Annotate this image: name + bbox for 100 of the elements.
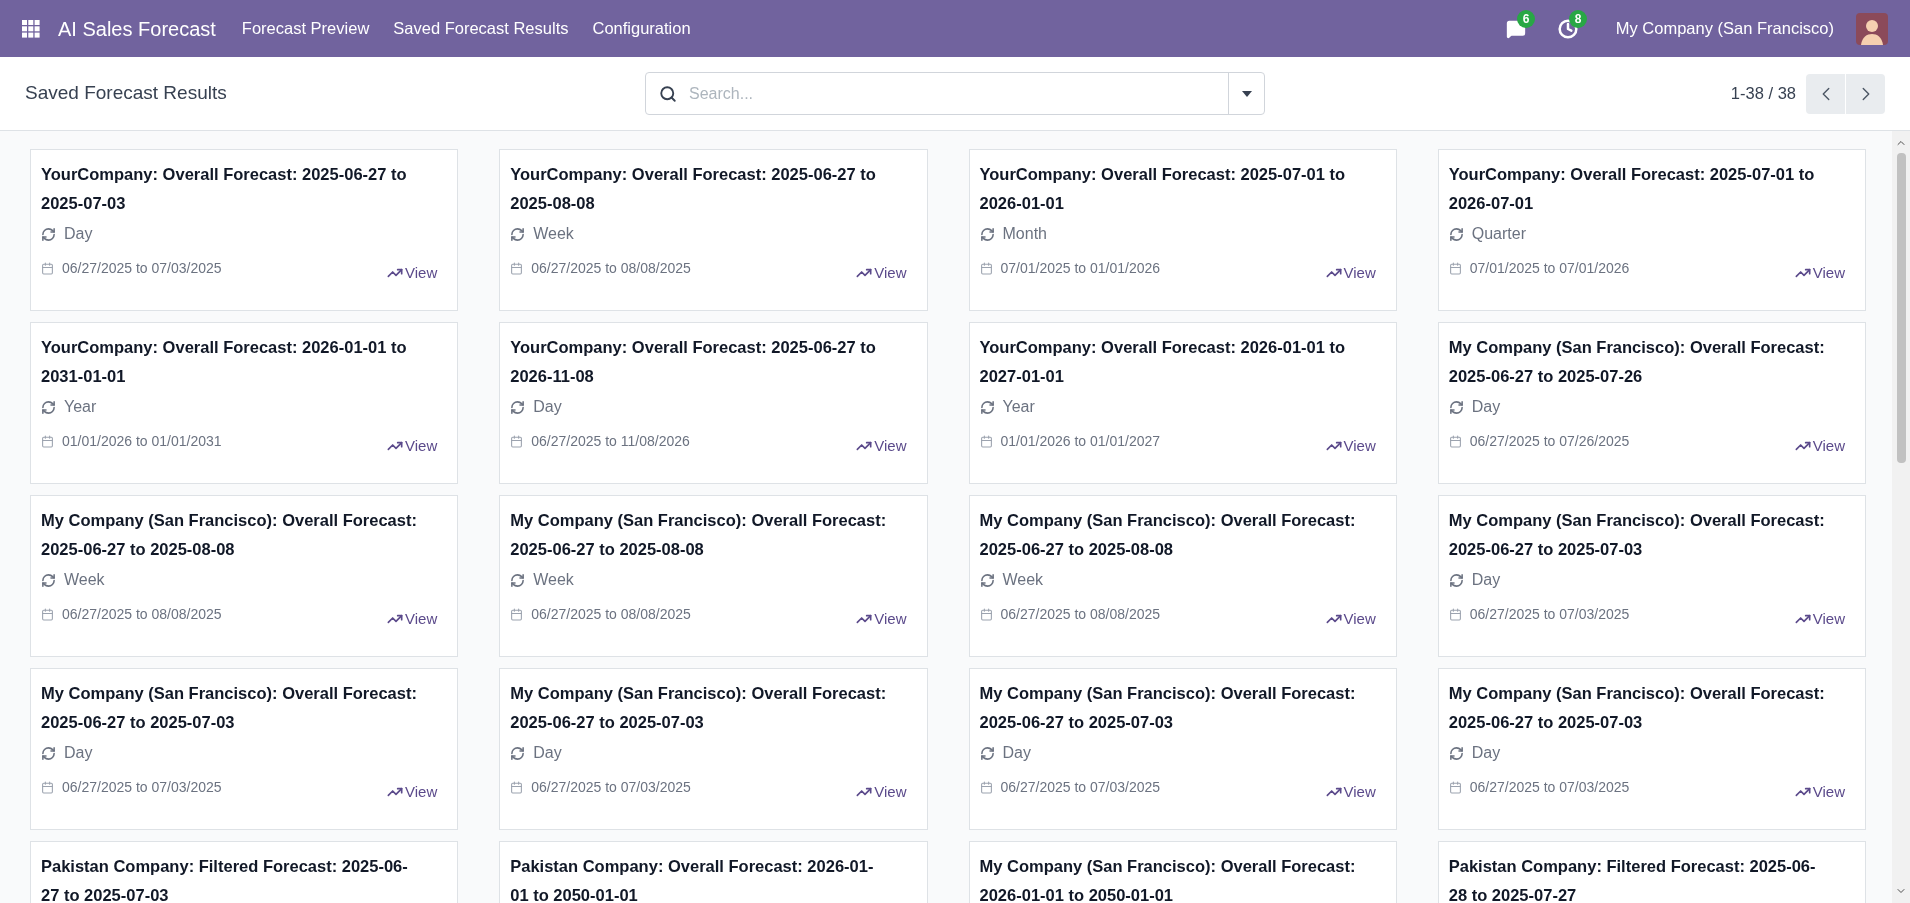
menu-item[interactable]: Saved Forecast Results xyxy=(381,16,581,41)
refresh-icon xyxy=(979,745,995,761)
view-link[interactable]: View xyxy=(387,435,438,458)
forecast-card[interactable]: My Company (San Francisco): Overall Forecast: 2025-06-27 to 2025-08-08 Week 06/27/2025 to 08/08/2025 View xyxy=(30,495,459,657)
forecast-card[interactable]: YourCompany: Overall Forecast: 2025-06-27 to 2025-07-03 Day 06/27/2025 to 07/03/2025 View xyxy=(30,149,459,311)
forecast-card[interactable]: My Company (San Francisco): Overall Forecast: 2025-06-27 to 2025-07-03 Day 06/27/2025 to 07/03/2025 View xyxy=(1437,495,1866,657)
forecast-card[interactable]: YourCompany: Overall Forecast: 2025-06-27 to 2026-11-08 Day 06/27/2025 to 11/08/2026 View xyxy=(499,322,928,484)
calendar-icon xyxy=(41,434,54,448)
date-range: 07/01/2025 to 07/01/2026 xyxy=(1469,258,1630,278)
forecast-card[interactable]: My Company (San Francisco): Overall Forecast: 2025-06-27 to 2025-07-03 Day 06/27/2025 to 07/03/2025 View xyxy=(30,668,459,830)
date-range: 06/27/2025 to 07/03/2025 xyxy=(1000,777,1161,797)
view-link[interactable]: View xyxy=(1325,435,1376,458)
view-link[interactable]: View xyxy=(1325,608,1376,631)
forecast-card[interactable]: My Company (San Francisco): Overall Forecast: 2026-01-01 to 2050-01-01 xyxy=(968,841,1397,903)
forecast-card[interactable]: YourCompany: Overall Forecast: 2025-07-01 to 2026-01-01 Month 07/01/2025 to 01/01/2026 View xyxy=(968,149,1397,311)
view-link[interactable]: View xyxy=(856,435,907,458)
period-label: Day xyxy=(1471,743,1501,763)
refresh-icon xyxy=(41,572,56,588)
view-link[interactable]: View xyxy=(1794,781,1845,804)
date-range: 06/27/2025 to 08/08/2025 xyxy=(62,604,222,624)
period-label: Day xyxy=(64,743,93,763)
period-label: Day xyxy=(533,743,562,763)
refresh-icon xyxy=(41,226,56,242)
card-title: YourCompany: Overall Forecast: 2025-06-27 to 2025-07-03 xyxy=(41,164,408,214)
refresh-icon xyxy=(979,399,995,415)
calendar-icon xyxy=(979,780,993,794)
card-title: My Company (San Francisco): Overall Forecast: 2025-06-27 to 2025-07-03 xyxy=(41,683,418,733)
forecast-card[interactable]: Pakistan Company: Filtered Forecast: 2025-06-28 to 2025-07-27 xyxy=(1437,841,1866,903)
card-title: My Company (San Francisco): Overall Forecast: 2025-06-27 to 2025-07-26 xyxy=(1448,337,1826,387)
menu-item[interactable]: Configuration xyxy=(580,16,703,41)
app-name[interactable]: AI Sales Forecast xyxy=(58,13,216,44)
forecast-card[interactable]: My Company (San Francisco): Overall Forecast: 2025-06-27 to 2025-07-26 Day 06/27/2025 to 07/26/2025 View xyxy=(1437,322,1866,484)
card-title: My Company (San Francisco): Overall Forecast: 2025-06-27 to 2025-07-03 xyxy=(1448,683,1826,733)
view-link[interactable]: View xyxy=(1325,781,1376,804)
pager-value: 1-38 / 38 xyxy=(1730,83,1796,105)
forecast-card[interactable]: YourCompany: Overall Forecast: 2025-06-27 to 2025-08-08 Week 06/27/2025 to 08/08/2025 View xyxy=(499,149,928,311)
calendar-icon xyxy=(979,261,993,275)
forecast-card[interactable]: My Company (San Francisco): Overall Forecast: 2025-06-27 to 2025-07-03 Day 06/27/2025 to 07/03/2025 View xyxy=(1437,668,1866,830)
calendar-icon xyxy=(1448,607,1462,621)
card-title: My Company (San Francisco): Overall Forecast: 2025-06-27 to 2025-07-03 xyxy=(1448,510,1826,560)
view-link[interactable]: View xyxy=(387,781,438,804)
view-link[interactable]: View xyxy=(1794,262,1845,285)
card-title: YourCompany: Overall Forecast: 2025-06-27 to 2025-08-08 xyxy=(510,164,877,214)
search-input[interactable]: Search... xyxy=(689,81,1228,106)
period-label: Week xyxy=(533,224,574,244)
view-link[interactable]: View xyxy=(1794,435,1845,458)
card-title: YourCompany: Overall Forecast: 2026-01-01 to 2031-01-01 xyxy=(41,337,408,387)
period-label: Day xyxy=(533,397,562,417)
period-label: Day xyxy=(1471,397,1501,417)
card-title: Pakistan Company: Overall Forecast: 2026-01-01 to 2050-01-01 xyxy=(510,856,875,903)
forecast-card[interactable]: Pakistan Company: Filtered Forecast: 2025-06-27 to 2025-07-03 xyxy=(30,841,459,903)
card-title: My Company (San Francisco): Overall Forecast: 2025-06-27 to 2025-08-08 xyxy=(510,510,888,560)
date-range: 06/27/2025 to 07/03/2025 xyxy=(62,258,222,278)
caret-icon[interactable] xyxy=(1241,90,1252,97)
page-title: Saved Forecast Results xyxy=(25,81,228,106)
period-label: Week xyxy=(1002,570,1044,590)
search-icon xyxy=(659,84,677,103)
card-title: YourCompany: Overall Forecast: 2025-07-01 to 2026-07-01 xyxy=(1448,164,1816,214)
forecast-card[interactable]: My Company (San Francisco): Overall Forecast: 2025-06-27 to 2025-07-03 Day 06/27/2025 to 07/03/2025 View xyxy=(499,668,928,830)
refresh-icon xyxy=(510,572,526,588)
avatar-icon[interactable] xyxy=(1856,12,1888,45)
date-range: 01/01/2026 to 01/01/2031 xyxy=(62,431,222,451)
refresh-icon xyxy=(510,226,526,242)
view-link[interactable]: View xyxy=(856,262,907,285)
view-link[interactable]: View xyxy=(856,781,907,804)
forecast-card[interactable]: YourCompany: Overall Forecast: 2025-07-01 to 2026-07-01 Quarter 07/01/2025 to 07/01/2026 View xyxy=(1437,149,1866,311)
view-link[interactable]: View xyxy=(1325,262,1376,285)
forecast-card[interactable]: My Company (San Francisco): Overall Forecast: 2025-06-27 to 2025-07-03 Day 06/27/2025 to 07/03/2025 View xyxy=(968,668,1397,830)
forecast-card[interactable]: YourCompany: Overall Forecast: 2026-01-01 to 2027-01-01 Year 01/01/2026 to 01/01/2027 View xyxy=(968,322,1397,484)
view-link[interactable]: View xyxy=(1794,608,1845,631)
date-range: 06/27/2025 to 11/08/2026 xyxy=(531,431,690,451)
date-range: 06/27/2025 to 07/03/2025 xyxy=(62,777,222,797)
calendar-icon xyxy=(1448,434,1462,448)
company-switcher[interactable]: My Company (San Francisco) xyxy=(1615,16,1834,41)
calendar-icon xyxy=(510,261,524,275)
calendar-icon xyxy=(510,607,524,621)
calendar-icon xyxy=(510,434,524,448)
view-link[interactable]: View xyxy=(856,608,907,631)
view-link[interactable]: View xyxy=(387,262,438,285)
calendar-icon xyxy=(979,434,993,448)
menu-item[interactable]: Forecast Preview xyxy=(229,16,382,41)
refresh-icon xyxy=(510,399,526,415)
calendar-icon xyxy=(41,261,54,275)
period-label: Week xyxy=(64,570,105,590)
period-label: Month xyxy=(1002,224,1047,244)
card-title: Pakistan Company: Filtered Forecast: 2025-06-28 to 2025-07-27 xyxy=(1448,856,1817,903)
forecast-card[interactable]: Pakistan Company: Overall Forecast: 2026-01-01 to 2050-01-01 xyxy=(499,841,928,903)
forecast-card[interactable]: My Company (San Francisco): Overall Forecast: 2025-06-27 to 2025-08-08 Week 06/27/2025 to 08/08/2025 View xyxy=(968,495,1397,657)
card-title: My Company (San Francisco): Overall Forecast: 2026-01-01 to 2050-01-01 xyxy=(979,856,1357,903)
forecast-card[interactable]: My Company (San Francisco): Overall Forecast: 2025-06-27 to 2025-08-08 Week 06/27/2025 to 08/08/2025 View xyxy=(499,495,928,657)
date-range: 01/01/2026 to 01/01/2027 xyxy=(1000,431,1161,451)
scrollbar-thumb[interactable] xyxy=(1896,153,1906,463)
calendar-icon xyxy=(41,607,54,621)
card-title: My Company (San Francisco): Overall Forecast: 2025-06-27 to 2025-07-03 xyxy=(510,683,888,733)
view-link[interactable]: View xyxy=(387,608,438,631)
forecast-card[interactable]: YourCompany: Overall Forecast: 2026-01-01 to 2031-01-01 Year 01/01/2026 to 01/01/2031 View xyxy=(30,322,459,484)
apps-grid-icon[interactable] xyxy=(22,19,40,38)
refresh-icon xyxy=(1448,745,1464,761)
search-field[interactable]: Search... xyxy=(645,72,1265,115)
date-range: 07/01/2025 to 01/01/2026 xyxy=(1000,258,1161,278)
